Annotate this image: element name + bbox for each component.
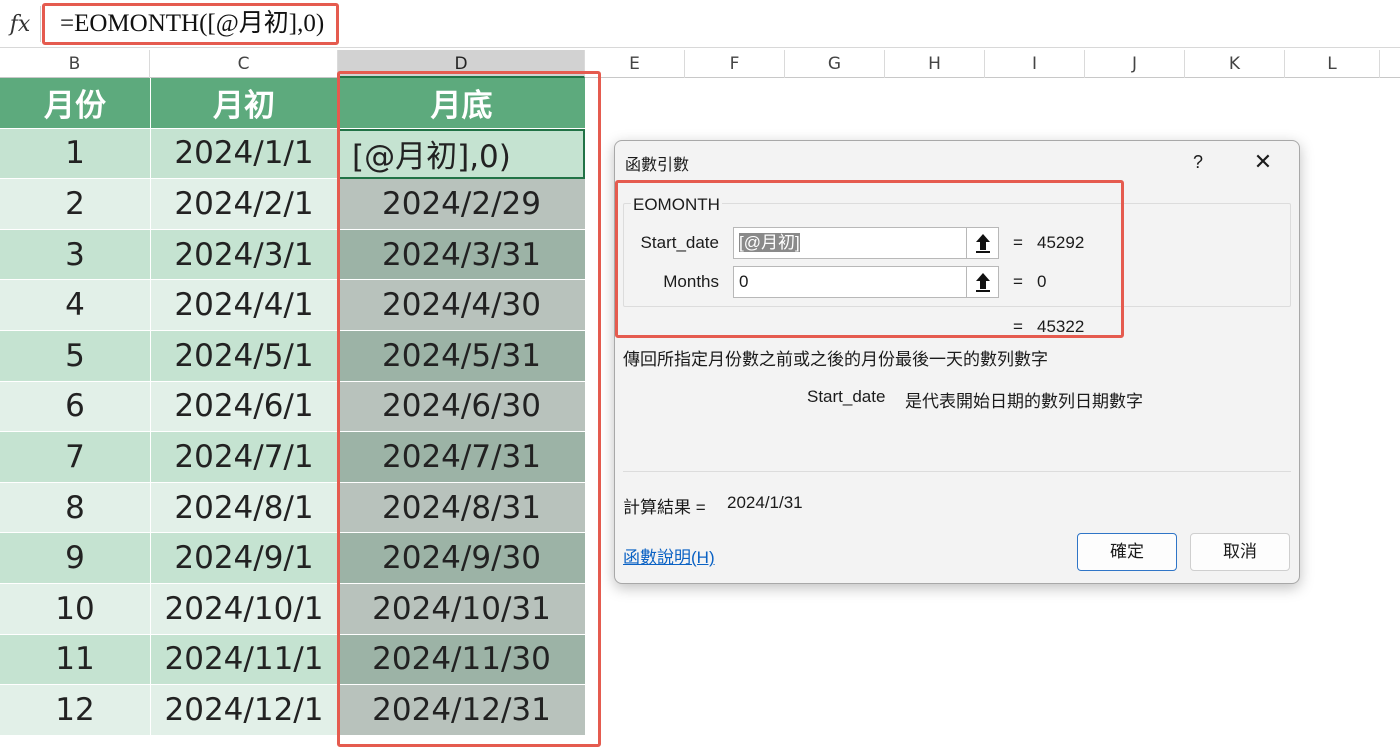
column-header-e[interactable]: E [585,50,685,78]
formula-bar-divider [40,6,41,42]
column-header-g[interactable]: G [785,50,885,78]
column-separator [338,78,339,748]
start-date-cell[interactable]: 2024/10/1 [150,584,338,635]
dialog-divider [623,471,1291,472]
table-header-start[interactable]: 月初 [150,78,338,129]
help-icon[interactable]: ? [1183,147,1213,177]
start-date-cell[interactable]: 2024/1/1 [150,128,338,180]
month-cell[interactable]: 9 [0,533,150,584]
month-cell[interactable]: 6 [0,381,150,433]
argument-description-text: 是代表開始日期的數列日期數字 [905,392,1143,411]
total-equals: = [1013,317,1023,336]
end-date-cell[interactable]: 2024/9/30 [338,533,585,584]
table-header-month[interactable]: 月份 [0,78,150,129]
start-date-cell[interactable]: 2024/11/1 [150,634,338,686]
total-result: 45322 [1037,317,1085,336]
column-header-j[interactable]: J [1085,50,1185,78]
end-date-cell[interactable]: 2024/8/31 [338,482,585,534]
month-cell[interactable]: 4 [0,280,150,331]
end-date-cell[interactable]: 2024/3/31 [338,229,585,281]
close-icon[interactable]: ✕ [1245,147,1281,177]
start-date-equals: = [1013,233,1023,252]
column-header-k[interactable]: K [1185,50,1285,78]
function-description: 傳回所指定月份數之前或之後的月份最後一天的數列數字 [623,350,1048,369]
start-date-cell[interactable]: 2024/3/1 [150,229,338,281]
column-header-d[interactable]: D [338,50,585,78]
arrow-up-icon [975,273,990,292]
column-header-l[interactable]: L [1285,50,1380,78]
end-date-cell[interactable]: 2024/11/30 [338,634,585,686]
start-date-cell[interactable]: 2024/9/1 [150,533,338,584]
end-date-cell[interactable]: 2024/4/30 [338,280,585,331]
month-cell[interactable]: 5 [0,331,150,382]
month-cell[interactable]: 2 [0,179,150,230]
months-equals: = [1013,272,1023,291]
column-headers: B C D E F G H I J K L [0,50,1400,78]
end-date-cell[interactable]: 2024/5/31 [338,331,585,382]
start-date-cell[interactable]: 2024/8/1 [150,482,338,534]
start-date-cell[interactable]: 2024/2/1 [150,179,338,230]
cancel-button[interactable]: 取消 [1190,533,1290,571]
month-cell[interactable]: 10 [0,584,150,635]
start-date-cell[interactable]: 2024/12/1 [150,685,338,736]
ok-button[interactable]: 確定 [1077,533,1177,571]
months-result: 0 [1037,272,1047,291]
column-separator [150,78,151,748]
start-date-cell[interactable]: 2024/4/1 [150,280,338,331]
arrow-up-icon [975,234,990,253]
column-header-c[interactable]: C [150,50,338,78]
fx-icon[interactable]: fx [0,0,40,48]
result-value: 2024/1/31 [727,493,803,512]
start-date-cell[interactable]: 2024/7/1 [150,432,338,483]
start-date-value: [@月初] [739,233,800,252]
formula-bar: fx =EOMONTH([@月初],0) [0,0,1400,48]
end-date-cell[interactable]: 2024/6/30 [338,381,585,433]
function-help-link[interactable]: 函數說明(H) [623,543,715,568]
table-header-end[interactable]: 月底 [338,78,585,129]
month-cell[interactable]: 3 [0,229,150,281]
end-date-cell[interactable]: 2024/2/29 [338,179,585,230]
month-cell[interactable]: 12 [0,685,150,736]
start-date-result: 45292 [1037,233,1085,252]
start-date-input[interactable]: [@月初] [733,227,967,259]
function-name: EOMONTH [631,195,722,215]
column-header-i[interactable]: I [985,50,1085,78]
dialog-title: 函數引數 [625,157,690,174]
month-cell[interactable]: 1 [0,128,150,180]
month-cell[interactable]: 7 [0,432,150,483]
end-date-cell[interactable]: 2024/7/31 [338,432,585,483]
months-collapse-button[interactable] [967,266,999,298]
column-header-b[interactable]: B [0,50,150,78]
argument-description-name: Start_date [807,387,886,406]
function-arguments-dialog: 函數引數 ? ✕ EOMONTH Start_date [@月初] = 4529… [614,140,1300,584]
column-header-h[interactable]: H [885,50,985,78]
result-label: 計算結果 = [623,498,706,517]
months-label: Months [663,272,719,291]
month-cell[interactable]: 11 [0,634,150,686]
start-date-collapse-button[interactable] [967,227,999,259]
end-date-cell[interactable]: 2024/10/31 [338,584,585,635]
months-input[interactable]: 0 [733,266,967,298]
column-header-f[interactable]: F [685,50,785,78]
start-date-label: Start_date [640,233,719,252]
start-date-cell[interactable]: 2024/6/1 [150,381,338,433]
end-date-cell[interactable]: [@月初],0) [338,128,585,180]
month-cell[interactable]: 8 [0,482,150,534]
end-date-cell[interactable]: 2024/12/31 [338,685,585,736]
formula-input[interactable]: =EOMONTH([@月初],0) [60,8,324,40]
start-date-cell[interactable]: 2024/5/1 [150,331,338,382]
